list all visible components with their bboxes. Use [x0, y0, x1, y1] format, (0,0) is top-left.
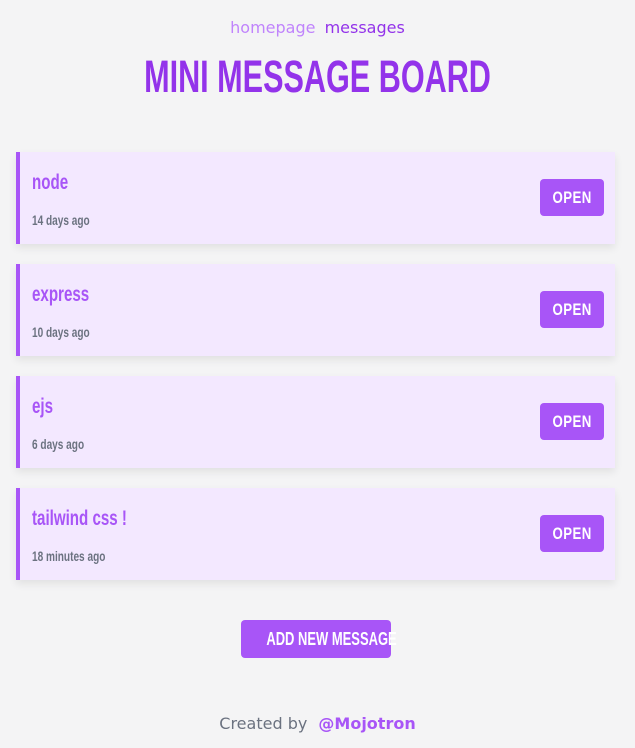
- message-title: express: [32, 283, 90, 306]
- message-timestamp: 10 days ago: [32, 324, 90, 340]
- open-button-label: OPEN: [552, 187, 592, 207]
- message-timestamp: 14 days ago: [32, 212, 90, 228]
- message-card: node 14 days ago OPEN: [16, 152, 615, 244]
- open-button-label: OPEN: [552, 299, 592, 319]
- open-button-label: OPEN: [552, 411, 592, 431]
- open-message-button[interactable]: OPEN: [540, 403, 604, 440]
- open-message-button[interactable]: OPEN: [540, 291, 604, 328]
- footer-created-by: Created by: [219, 714, 308, 733]
- top-nav: homepage messages: [0, 17, 635, 39]
- open-message-button[interactable]: OPEN: [540, 515, 604, 552]
- page-title: MINI MESSAGE BOARD: [144, 51, 491, 102]
- message-card: express 10 days ago OPEN: [16, 264, 615, 356]
- footer: Created by @Mojotron: [0, 713, 635, 735]
- add-new-message-button[interactable]: ADD NEW MESSAGE: [241, 620, 397, 658]
- message-timestamp: 18 minutes ago: [32, 548, 106, 564]
- nav-link-homepage[interactable]: homepage: [230, 18, 315, 37]
- message-title: ejs: [32, 395, 54, 418]
- author-link[interactable]: @Mojotron: [318, 714, 415, 733]
- message-card: ejs 6 days ago OPEN: [16, 376, 615, 468]
- open-button-label: OPEN: [552, 523, 592, 543]
- message-title: node: [32, 171, 69, 194]
- message-timestamp: 6 days ago: [32, 436, 85, 452]
- message-card: tailwind css ! 18 minutes ago OPEN: [16, 488, 615, 580]
- message-title: tailwind css !: [32, 507, 127, 530]
- message-list: node 14 days ago OPEN express 10 days ag…: [16, 152, 615, 600]
- add-new-message-label: ADD NEW MESSAGE: [266, 628, 397, 649]
- nav-link-messages[interactable]: messages: [325, 18, 405, 37]
- open-message-button[interactable]: OPEN: [540, 179, 604, 216]
